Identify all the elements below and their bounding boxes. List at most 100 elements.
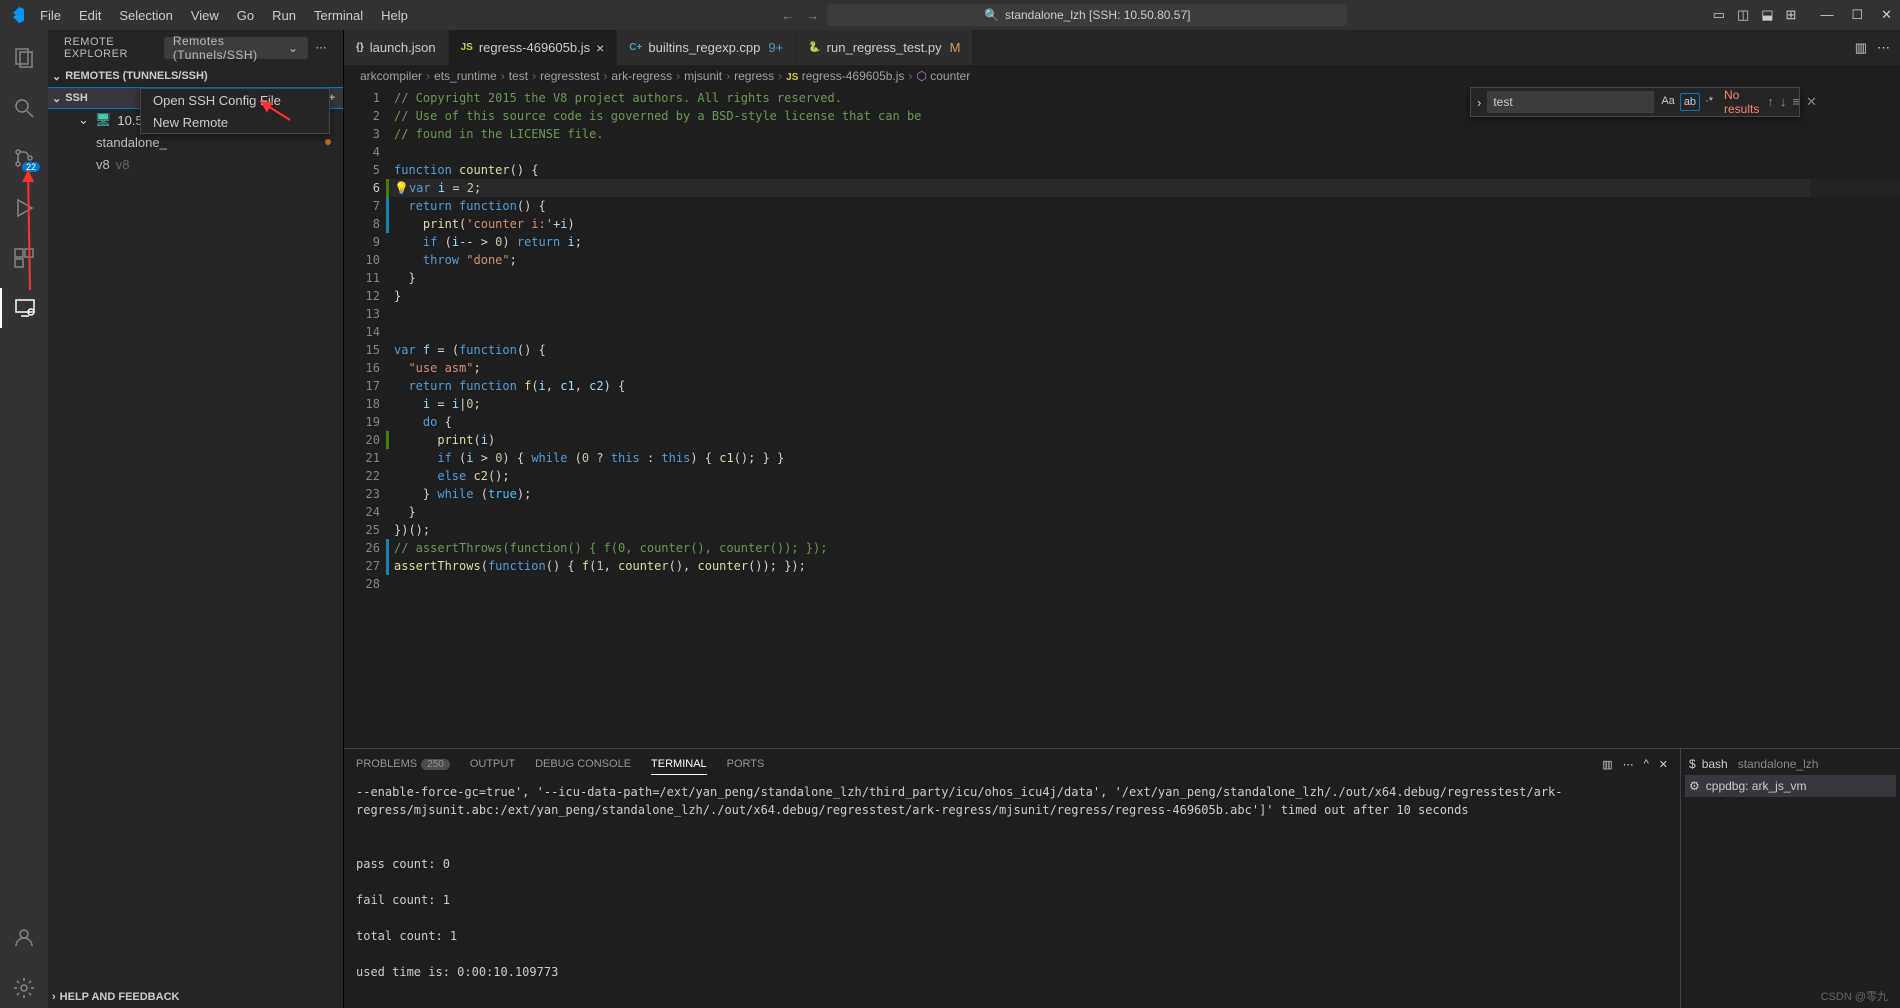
find-options: Aa ab ·* — [1658, 93, 1716, 111]
layout-icon[interactable]: ⊞ — [1786, 7, 1797, 23]
sidebar-title: REMOTE EXPLORER — [64, 36, 164, 60]
breadcrumb-item[interactable]: arkcompiler — [360, 69, 422, 83]
breadcrumb-item[interactable]: JS regress-469605b.js — [786, 69, 904, 83]
close-tab-icon[interactable]: × — [596, 40, 604, 56]
find-input[interactable] — [1487, 91, 1654, 113]
breadcrumb-item[interactable]: regresstest — [540, 69, 599, 83]
chevron-down-icon: ⌄ — [52, 92, 61, 105]
breadcrumb-item[interactable]: ets_runtime — [434, 69, 497, 83]
menu-selection[interactable]: Selection — [111, 4, 180, 27]
whole-word-toggle[interactable]: ab — [1680, 93, 1700, 111]
regex-toggle[interactable]: ·* — [1702, 93, 1716, 111]
search-icon[interactable] — [0, 88, 48, 128]
layout-icon[interactable]: ◫ — [1737, 7, 1749, 23]
open-ssh-config-item[interactable]: Open SSH Config File — [141, 89, 329, 111]
selection-icon[interactable]: ≡ — [1792, 94, 1800, 110]
menu-help[interactable]: Help — [373, 4, 416, 27]
chevron-down-icon: ⌄ — [78, 112, 89, 128]
file-icon: JS — [461, 42, 473, 53]
editor-tab[interactable]: 🐍run_regress_test.pyM — [796, 30, 973, 65]
terminal-body[interactable]: --enable-force-gc=true', '--icu-data-pat… — [344, 779, 1680, 1008]
breadcrumb-item[interactable]: regress — [734, 69, 774, 83]
close-icon[interactable]: ✕ — [1881, 7, 1892, 23]
next-match-icon[interactable]: ↓ — [1780, 94, 1787, 110]
editor-area: {}launch.jsonJSregress-469605b.js×C+buil… — [344, 30, 1900, 1008]
close-icon[interactable]: ✕ — [1806, 94, 1817, 110]
panel-tab-debug-console[interactable]: DEBUG CONSOLE — [535, 754, 631, 774]
split-editor-icon[interactable]: ▥ — [1855, 40, 1867, 56]
menu-run[interactable]: Run — [264, 4, 304, 27]
prev-match-icon[interactable]: ↑ — [1767, 94, 1774, 110]
editor-tab[interactable]: {}launch.json — [344, 30, 449, 65]
extensions-icon[interactable] — [0, 238, 48, 278]
back-icon[interactable]: ← — [781, 8, 794, 23]
remotes-section-header[interactable]: ⌄ REMOTES (TUNNELS/SSH) — [48, 65, 343, 87]
more-icon[interactable]: ⋯ — [316, 41, 328, 54]
source-control-icon[interactable]: 22 — [0, 138, 48, 178]
more-icon[interactable]: ⋯ — [1623, 754, 1634, 775]
terminal-icon: ⚙ — [1689, 779, 1700, 793]
run-debug-icon[interactable] — [0, 188, 48, 228]
new-remote-item[interactable]: New Remote — [141, 111, 329, 133]
context-menu: Open SSH Config File New Remote — [140, 88, 330, 134]
command-center[interactable]: 🔍 standalone_lzh [SSH: 10.50.80.57] — [827, 4, 1347, 26]
editor-find-widget: › Aa ab ·* No results ↑ ↓ ≡ ✕ — [1470, 87, 1800, 117]
minimize-icon[interactable]: — — [1820, 7, 1833, 23]
layout-icon[interactable]: ▭ — [1713, 7, 1725, 23]
menu-view[interactable]: View — [183, 4, 227, 27]
panel-tabs: PROBLEMS250 OUTPUT DEBUG CONSOLE TERMINAL PO… — [344, 749, 1680, 779]
terminal-list-item[interactable]: $bashstandalone_lzh — [1685, 753, 1896, 775]
scm-badge: 22 — [22, 162, 40, 172]
editor-tab[interactable]: C+builtins_regexp.cpp9+ — [617, 30, 796, 65]
status-dot-icon — [325, 139, 331, 145]
match-case-toggle[interactable]: Aa — [1658, 93, 1677, 111]
panel-tab-terminal[interactable]: TERMINAL — [651, 754, 707, 775]
sidebar-header: REMOTE EXPLORER Remotes (Tunnels/SSH) ⌄ … — [48, 30, 343, 65]
layout-controls: ▭ ◫ ⬓ ⊞ — ☐ ✕ — [1713, 7, 1892, 23]
menu-terminal[interactable]: Terminal — [306, 4, 371, 27]
breadcrumb[interactable]: arkcompiler›ets_runtime›test›regresstest… — [344, 65, 1900, 87]
watermark-text: CSDN @零九 — [1821, 988, 1888, 1004]
code-editor[interactable]: 1234567891011121314151617181920212223242… — [344, 87, 1900, 748]
breadcrumb-item[interactable]: ⬡ counter — [916, 69, 970, 83]
panel-tab-output[interactable]: OUTPUT — [470, 754, 515, 774]
terminal-icon: $ — [1689, 757, 1696, 771]
explorer-icon[interactable] — [0, 38, 48, 78]
file-icon: 🐍 — [808, 42, 820, 53]
remote-type-dropdown[interactable]: Remotes (Tunnels/SSH) ⌄ — [164, 37, 308, 59]
more-icon[interactable]: ⋯ — [1877, 40, 1890, 56]
maximize-icon[interactable]: ☐ — [1851, 7, 1863, 23]
settings-icon[interactable] — [0, 968, 48, 1008]
editor-tab[interactable]: JSregress-469605b.js× — [449, 30, 618, 65]
help-feedback-section[interactable]: › HELP AND FEEDBACK — [48, 986, 343, 1008]
account-icon[interactable] — [0, 918, 48, 958]
vscode-icon — [8, 7, 24, 23]
close-panel-icon[interactable]: ✕ — [1659, 754, 1668, 775]
panel-tab-ports[interactable]: PORTS — [727, 754, 765, 774]
editor-tabs: {}launch.jsonJSregress-469605b.js×C+buil… — [344, 30, 1900, 65]
terminal-list-item[interactable]: ⚙cppdbg: ark_js_vm — [1685, 775, 1896, 797]
maximize-panel-icon[interactable]: ^ — [1644, 754, 1649, 775]
chevron-down-icon: ⌄ — [52, 70, 61, 83]
forward-icon[interactable]: → — [806, 8, 819, 23]
breadcrumb-item[interactable]: ark-regress — [611, 69, 672, 83]
code-content[interactable]: // Copyright 2015 the V8 project authors… — [394, 87, 1900, 748]
activity-bar: 22 — [0, 30, 48, 1008]
nav-arrows[interactable]: ← → — [781, 8, 819, 23]
monitor-icon: 🖥 — [95, 112, 112, 128]
chevron-down-icon: ⌄ — [288, 41, 299, 55]
menu-edit[interactable]: Edit — [71, 4, 109, 27]
split-terminal-icon[interactable]: ▥ — [1602, 754, 1612, 775]
ssh-folder-item[interactable]: standalone_ — [48, 131, 343, 153]
panel-tab-problems[interactable]: PROBLEMS250 — [356, 754, 450, 774]
breadcrumb-item[interactable]: test — [509, 69, 528, 83]
breadcrumb-item[interactable]: mjsunit — [684, 69, 722, 83]
layout-icon[interactable]: ⬓ — [1761, 7, 1773, 23]
ssh-folder-item[interactable]: v8 v8 — [48, 153, 343, 175]
minimap[interactable] — [1810, 87, 1900, 748]
remote-explorer-icon[interactable] — [0, 288, 48, 328]
menu-file[interactable]: File — [32, 4, 69, 27]
menu-go[interactable]: Go — [229, 4, 262, 27]
find-results-text: No results — [1720, 88, 1763, 116]
chevron-right-icon[interactable]: › — [1475, 95, 1483, 110]
